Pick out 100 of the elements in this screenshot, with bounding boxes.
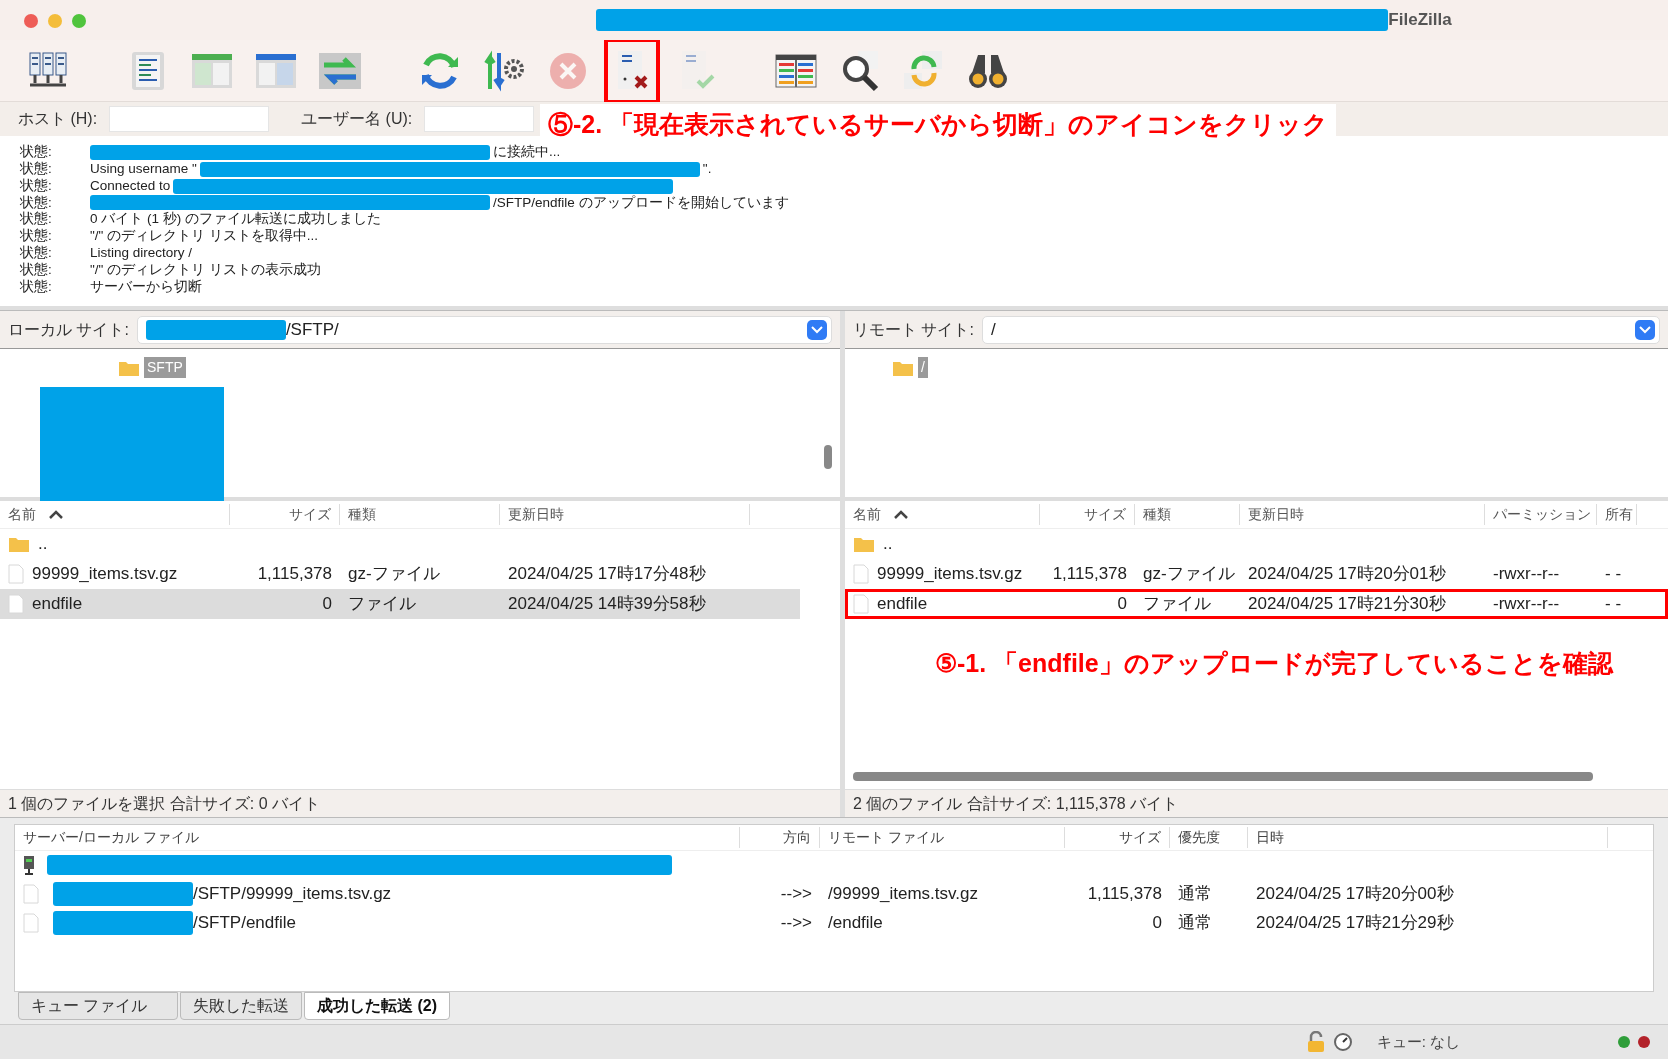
- window-title: FileZilla: [1388, 9, 1452, 32]
- field-label: ユーザー名 (U):: [301, 109, 413, 129]
- table-cell-text: -rwxr--r--: [1493, 563, 1560, 586]
- log-message: Listing directory /: [90, 244, 193, 263]
- queue-tab[interactable]: キュー ファイル: [18, 992, 178, 1020]
- table-cell-text: gz-ファイル: [348, 563, 440, 586]
- input-field[interactable]: [424, 106, 535, 132]
- log-label: 状態:: [20, 193, 53, 211]
- input-field[interactable]: [109, 106, 270, 132]
- file-row[interactable]: endfile 0 ファイル 2024/04/25 14時39分58秒: [0, 589, 800, 619]
- log-label: 状態:: [20, 277, 53, 296]
- table-cell-text: -rwxr--r--: [1493, 593, 1560, 616]
- log-message: "/" のディレクトリ リストを取得中...: [90, 227, 319, 246]
- pane-status-text: 1 個のファイルを選択 合計サイズ: 0 バイト: [8, 793, 321, 814]
- table-cell-text: - -: [1605, 593, 1622, 616]
- file-row[interactable]: 99999_items.tsv.gz 1,115,378 gz-ファイル 2024/04/25 17時20分01秒 -rwxr--r-- - -: [845, 559, 1668, 589]
- scrollbar-thumb[interactable]: [824, 445, 832, 469]
- table-cell-text: 2024/04/25 17時21分30秒: [1248, 593, 1446, 616]
- column-header[interactable]: 種類: [348, 504, 376, 525]
- table-cell-text: endfile: [32, 593, 83, 616]
- table-cell-text: 99999_items.tsv.gz: [877, 563, 1023, 586]
- table-cell-text: 通常: [1178, 911, 1212, 934]
- log-label: 状態:: [20, 143, 53, 161]
- column-header[interactable]: サイズ: [289, 504, 331, 525]
- file-icon: [8, 564, 24, 584]
- column-header[interactable]: 更新日時: [1248, 504, 1304, 525]
- sort-ascending-icon: [48, 509, 64, 520]
- table-cell-text: 通常: [1178, 882, 1212, 905]
- speedometer-icon: [1332, 1032, 1353, 1052]
- dropdown-caret-icon[interactable]: [807, 319, 827, 340]
- log-label: 状態:: [20, 210, 53, 228]
- column-header[interactable]: 優先度: [1178, 829, 1220, 845]
- table-cell-text: ファイル: [348, 593, 416, 616]
- column-header[interactable]: サイズ: [1084, 504, 1126, 525]
- table-cell-text: ..: [883, 533, 893, 556]
- column-header[interactable]: 所有: [1605, 504, 1633, 525]
- table-cell-text: 2024/04/25 17時20分00秒: [1256, 882, 1454, 905]
- table-cell-text: /SFTP/99999_items.tsv.gz: [193, 882, 392, 905]
- table-cell-text: 0: [322, 593, 332, 616]
- horizontal-scrollbar[interactable]: [853, 772, 1593, 781]
- file-row[interactable]: 99999_items.tsv.gz 1,115,378 gz-ファイル 2024/04/25 17時17分48秒: [0, 559, 840, 589]
- log-label: 状態:: [20, 244, 53, 262]
- table-cell-text: /SFTP/endfile: [193, 911, 296, 934]
- table-cell-text: 0: [1152, 911, 1162, 934]
- pane-status-text: 2 個のファイル 合計サイズ: 1,115,378 バイト: [853, 793, 1179, 814]
- queue-status-text: キュー: なし: [1376, 1031, 1460, 1052]
- field-label: ホスト (H):: [18, 109, 98, 129]
- site-label: リモート サイト:: [853, 319, 974, 340]
- server-icon: [23, 855, 35, 875]
- file-icon: [23, 883, 39, 904]
- column-header[interactable]: サイズ: [1119, 829, 1161, 845]
- column-header[interactable]: 日時: [1256, 829, 1284, 845]
- table-cell-text: 2024/04/25 17時20分01秒: [1248, 563, 1446, 586]
- log-label: 状態:: [20, 260, 53, 279]
- dropdown-caret-icon[interactable]: [1635, 319, 1655, 340]
- log-label: 状態:: [20, 227, 53, 245]
- padlock-icon: [1306, 1031, 1325, 1053]
- sort-ascending-icon: [893, 509, 909, 520]
- log-label: 状態:: [20, 176, 53, 195]
- folder-icon: [853, 535, 875, 553]
- log-message: Using username ": [90, 160, 197, 179]
- table-cell-text: ファイル: [1143, 593, 1211, 616]
- table-cell-text: /endfile: [828, 911, 883, 934]
- path-field[interactable]: /: [981, 315, 1660, 344]
- queue-tab[interactable]: 成功した転送 (2): [304, 992, 450, 1020]
- file-row[interactable]: ..: [0, 529, 840, 559]
- table-cell-text: ..: [38, 533, 48, 556]
- column-header[interactable]: 名前: [853, 504, 881, 525]
- table-cell-text: 0: [1117, 593, 1127, 616]
- log-message: "/" のディレクトリ リストの表示成功: [90, 260, 321, 279]
- file-icon: [853, 594, 869, 614]
- file-icon: [853, 564, 869, 584]
- table-cell-text: 2024/04/25 17時17分48秒: [508, 563, 706, 586]
- log-label: 状態:: [20, 160, 53, 178]
- file-icon: [8, 594, 24, 614]
- column-header[interactable]: リモート ファイル: [828, 829, 944, 845]
- arrows-gear-icon: [482, 48, 526, 93]
- log-message: サーバーから切断: [90, 277, 202, 296]
- log-message: 0 バイト (1 秒) のファイル転送に成功しました: [90, 210, 381, 228]
- column-header[interactable]: 方向: [783, 829, 811, 845]
- table-cell-text: 2024/04/25 17時21分29秒: [1256, 911, 1454, 934]
- column-header[interactable]: 更新日時: [508, 504, 564, 525]
- column-header[interactable]: 名前: [8, 504, 36, 525]
- queue-tab[interactable]: 失敗した転送: [180, 992, 302, 1020]
- file-row[interactable]: endfile 0 ファイル 2024/04/25 17時21分30秒 -rwxr--r-- - -: [845, 589, 1668, 619]
- close-button[interactable]: [24, 14, 38, 28]
- table-cell-text: 1,115,378: [1052, 563, 1127, 586]
- column-header[interactable]: サーバー/ローカル ファイル: [23, 829, 199, 845]
- log-message: Connected to: [90, 176, 171, 195]
- file-row[interactable]: ..: [845, 529, 1668, 559]
- path-field[interactable]: /SFTP/: [136, 315, 832, 344]
- column-header[interactable]: 種類: [1143, 504, 1171, 525]
- table-cell-text: 1,115,378: [1087, 882, 1162, 905]
- table-cell-text: - -: [1605, 563, 1622, 586]
- table-cell-text: gz-ファイル: [1143, 563, 1235, 586]
- annotation-text: ⑤-2. 「現在表示されているサーバから切断」のアイコンをクリック: [540, 104, 1337, 146]
- site-label: ローカル サイト:: [8, 319, 129, 340]
- column-header[interactable]: パーミッション: [1493, 504, 1591, 525]
- log-message: /SFTP/endfile のアップロードを開始しています: [493, 193, 789, 212]
- table-cell-text: 2024/04/25 14時39分58秒: [508, 593, 706, 616]
